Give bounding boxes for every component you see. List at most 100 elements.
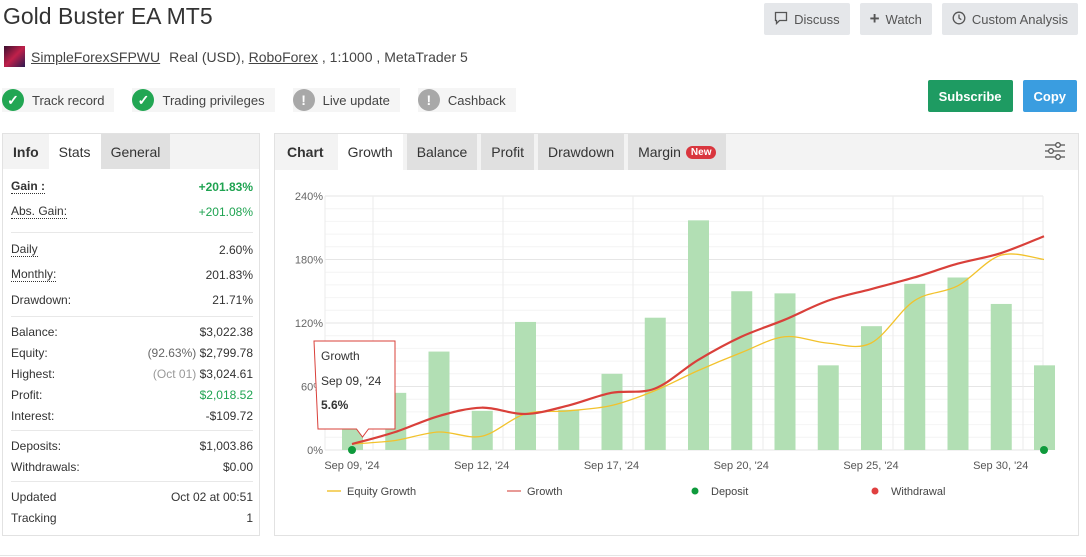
bar <box>688 220 709 450</box>
tab-stats[interactable]: Stats <box>48 134 101 169</box>
tab-growth[interactable]: Growth <box>337 134 403 170</box>
gain-label[interactable]: Gain : <box>11 179 46 194</box>
bar <box>990 303 1012 450</box>
highest-value: $3,024.61 <box>199 366 253 381</box>
withdrawals-label: Withdrawals: <box>11 459 80 474</box>
tab-profit[interactable]: Profit <box>481 134 534 170</box>
check-icon: ✓ <box>132 89 155 111</box>
stats-panel: Info Stats General Gain : +201.83% Abs. G… <box>2 133 260 536</box>
avatar[interactable] <box>4 46 25 67</box>
updated-value: Oct 02 at 00:51 <box>170 489 253 504</box>
subscribe-button[interactable]: Subscribe <box>927 80 1013 112</box>
bar <box>947 277 969 450</box>
tracking-label: Tracking <box>11 510 57 525</box>
deposit-marker <box>1040 446 1048 454</box>
copy-button[interactable]: Copy <box>1022 80 1077 112</box>
tab-general[interactable]: General <box>100 134 171 169</box>
broker-link[interactable]: RoboForex <box>249 49 318 65</box>
bar <box>558 409 580 450</box>
drawdown-label: Drawdown: <box>11 292 72 307</box>
updated-label: Updated <box>11 489 57 504</box>
daily-label[interactable]: Daily <box>11 242 38 257</box>
new-badge: New <box>685 145 717 159</box>
check-icon: ✓ <box>2 89 24 111</box>
status-badges: ✓ Track record ✓ Trading privileges ! Live … <box>2 88 516 112</box>
bar <box>904 283 926 450</box>
deposits-value: $1,003.86 <box>199 438 253 453</box>
legend-dot-icon <box>691 487 699 495</box>
deposits-label: Deposits: <box>11 438 62 453</box>
growth-chart: 0%60%120%180%240%Sep 09, '24 Sep 12, '24 S… <box>295 191 1055 498</box>
page-title: Gold Buster EA MT5 <box>3 3 213 29</box>
badge-label: Track record <box>32 92 105 108</box>
chart-settings-button[interactable] <box>1044 141 1066 166</box>
discuss-label: Discuss <box>794 11 840 27</box>
x-tick-label: Sep 25, '24 <box>843 460 898 472</box>
legend-item: Growth <box>527 486 562 498</box>
bar <box>731 291 753 450</box>
clock-icon <box>952 11 966 28</box>
sliders-icon <box>1045 142 1065 160</box>
profit-label: Profit: <box>11 387 43 402</box>
tooltip-date: Sep 09, '24 <box>321 374 382 388</box>
custom-analysis-label: Custom Analysis <box>971 11 1068 27</box>
gain-value: +201.83% <box>198 179 253 194</box>
user-link[interactable]: SimpleForexSFPWU <box>31 49 160 65</box>
profit-value: $2,018.52 <box>199 387 253 402</box>
legend-item: Equity Growth <box>347 486 416 498</box>
x-tick-label: Sep 17, '24 <box>584 460 639 472</box>
tab-info[interactable]: Info <box>3 134 49 169</box>
badge-label: Cashback <box>447 92 506 108</box>
account-info: SimpleForexSFPWU Real (USD), RoboForex ,… <box>4 46 468 67</box>
badge-live-update[interactable]: ! Live update <box>292 88 400 112</box>
tab-balance[interactable]: Balance <box>406 134 478 170</box>
monthly-value: 201.83% <box>205 267 253 282</box>
daily-value: 2.60% <box>218 242 253 257</box>
account-type: Real (USD), <box>169 48 245 65</box>
abs-gain-value: +201.08% <box>198 204 253 219</box>
y-tick-label: 120% <box>295 318 323 330</box>
drawdown-value: 21.71% <box>212 292 253 307</box>
legend-item: Deposit <box>711 486 748 498</box>
tracking-value: 1 <box>246 510 253 525</box>
deposit-marker <box>348 446 356 454</box>
discuss-button[interactable]: Discuss <box>764 3 850 35</box>
y-tick-label: 240% <box>295 191 323 203</box>
watch-label: Watch <box>885 11 922 27</box>
x-tick-label: Sep 12, '24 <box>454 460 509 472</box>
highest-date: (Oct 01) <box>152 366 197 381</box>
equity-pct: (92.63%) <box>147 345 197 360</box>
badge-label: Live update <box>322 92 390 108</box>
x-tick-label: Sep 20, '24 <box>714 460 769 472</box>
badge-label: Trading privileges <box>162 92 265 108</box>
y-tick-label: 180% <box>295 255 323 267</box>
custom-analysis-button[interactable]: Custom Analysis <box>941 3 1078 35</box>
platform: MetaTrader 5 <box>384 48 468 65</box>
chat-bubble-icon <box>774 11 788 28</box>
tab-margin[interactable]: Margin New <box>628 134 727 170</box>
bar <box>1034 365 1055 450</box>
margin-label: Margin <box>638 144 681 160</box>
tab-chart[interactable]: Chart <box>277 134 334 170</box>
withdrawals-value: $0.00 <box>222 459 253 474</box>
monthly-label[interactable]: Monthly: <box>11 267 57 282</box>
badge-cashback[interactable]: ! Cashback <box>417 88 516 112</box>
leverage: , 1:1000 , <box>321 48 381 65</box>
bar <box>515 321 536 450</box>
legend-dot-icon <box>871 487 879 495</box>
tab-drawdown[interactable]: Drawdown <box>537 134 625 170</box>
chart-panel: Chart Growth Balance Profit Drawdown Mar… <box>274 133 1079 536</box>
badge-trading-privileges[interactable]: ✓ Trading privileges <box>132 88 275 112</box>
abs-gain-label[interactable]: Abs. Gain: <box>11 204 68 219</box>
bar <box>817 365 839 450</box>
balance-value: $3,022.38 <box>199 324 253 339</box>
exclamation-icon: ! <box>292 89 315 111</box>
highest-label: Highest: <box>11 366 56 381</box>
equity-label: Equity: <box>11 345 48 360</box>
y-tick-label: 0% <box>307 445 323 457</box>
watch-button[interactable]: + Watch <box>859 3 932 35</box>
tooltip-value: 5.6% <box>321 398 349 412</box>
x-tick-label: Sep 09, '24 <box>324 460 379 472</box>
badge-track-record[interactable]: ✓ Track record <box>2 88 115 112</box>
bar <box>601 373 623 450</box>
